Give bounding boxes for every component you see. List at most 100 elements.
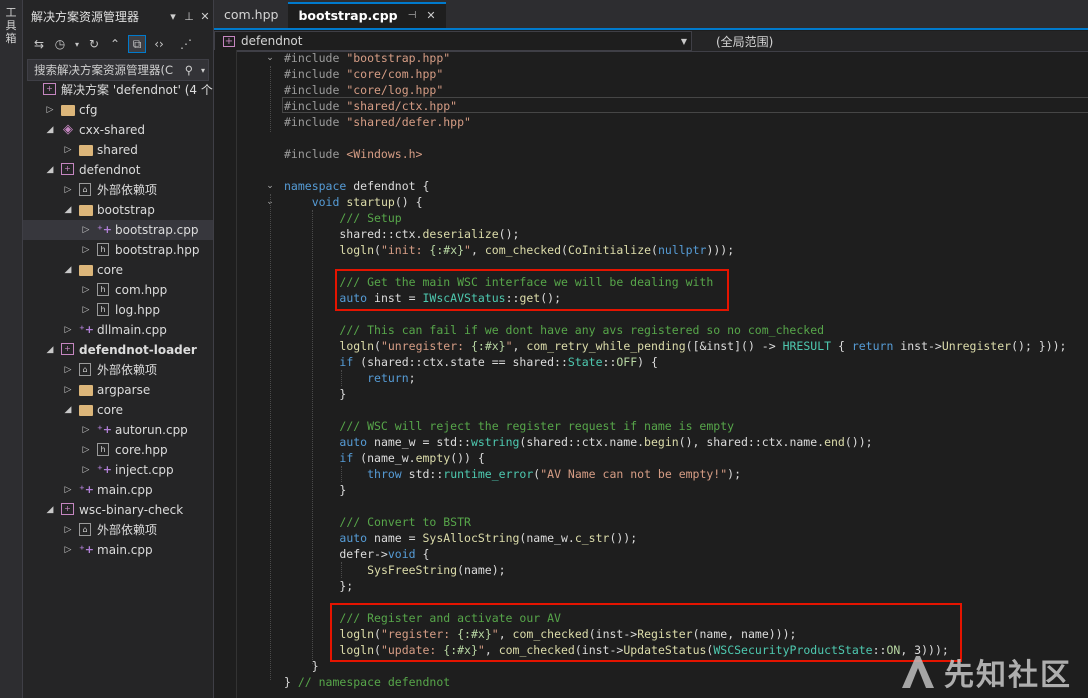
expand-arrow-icon[interactable]: ▷ [81,420,91,440]
tree-item[interactable]: ▷ ⌂ 外部依赖项 [23,180,213,200]
expand-arrow-icon[interactable]: ▷ [81,240,91,260]
tree-item[interactable]: ◢ bootstrap [23,200,213,220]
tree-item[interactable]: ▷ ⁺+ autorun.cpp [23,420,213,440]
expand-arrow-icon[interactable]: ▷ [81,440,91,460]
tree-item[interactable]: ◢ + defendnot [23,160,213,180]
tree-item[interactable]: ◢ + defendnot-loader [23,340,213,360]
expand-arrow-icon[interactable]: ▷ [63,360,73,380]
tree-item[interactable]: ◢ ◈ cxx-shared [23,120,213,140]
pin-icon[interactable]: ⊥ [181,10,197,23]
window-options-icon[interactable]: ▾ [165,10,181,23]
tab-bootstrap-cpp[interactable]: bootstrap.cpp ⊣ ✕ [288,2,446,29]
tree-item[interactable]: ▷ ⁺+ main.cpp [23,480,213,500]
tree-item[interactable]: ▷ ⁺+ dllmain.cpp [23,320,213,340]
tree-item-label: defendnot [79,163,141,177]
tree-item-label: bootstrap.hpp [115,243,200,257]
tree-item[interactable]: ▷ h log.hpp [23,300,213,320]
header-file-icon: h [97,243,109,256]
tree-item[interactable]: ▷ ⌂ 外部依赖项 [23,520,213,540]
code-line: if (shared::ctx.state == shared::State::… [339,355,658,369]
tree-item-label: cxx-shared [79,123,146,137]
collapse-arrow-icon[interactable]: ◢ [45,500,55,520]
expand-arrow-icon[interactable]: ▷ [63,520,73,540]
expand-arrow-icon[interactable]: ▷ [63,320,73,340]
expand-arrow-icon[interactable]: ▷ [81,220,91,240]
collapse-arrow-icon[interactable]: ◢ [63,260,73,280]
code-line: return; [367,371,416,385]
tree-item[interactable]: ▷ h bootstrap.hpp [23,240,213,260]
folder-icon [79,405,93,416]
switch-views-icon[interactable]: ⇆ [31,37,47,51]
tree-item-label: main.cpp [97,483,153,497]
search-icon[interactable]: ⚲ [180,63,198,77]
toolbox-strip[interactable]: 工具箱 [0,0,23,698]
expand-arrow-icon[interactable]: ▷ [45,100,55,120]
collapse-arrow-icon[interactable]: ◢ [45,340,55,360]
project-dropdown-value: defendnot [241,34,303,48]
tree-item[interactable]: ▷ argparse [23,380,213,400]
code-line: defer->void { [284,547,430,561]
expand-arrow-icon[interactable]: ▷ [81,280,91,300]
solution-explorer-title: 解决方案资源管理器 [31,9,140,24]
watermark: 先知社区 [898,650,1072,694]
tree-item[interactable]: ▷ h com.hpp [23,280,213,300]
refresh-icon[interactable]: ↻ [86,37,102,51]
expand-arrow-icon[interactable]: ▷ [63,480,73,500]
tree-item-label: 外部依赖项 [97,523,158,537]
tab-com-hpp[interactable]: com.hpp [214,2,288,28]
tree-item-label: inject.cpp [115,463,174,477]
expand-arrow-icon[interactable]: ▷ [63,180,73,200]
code-view-icon[interactable]: ‹› [151,37,167,51]
code-area[interactable]: ⌄ ⌄ ⌄ #include "bootstrap.hpp" #include … [214,50,1088,698]
tree-item-label: com.hpp [115,283,168,297]
expand-arrow-icon[interactable]: ▷ [63,140,73,160]
project-dropdown[interactable]: + defendnot ▼ [214,31,692,51]
tab-pin-icon[interactable]: ⊣ [408,3,417,29]
collapse-arrow-icon[interactable]: ◢ [45,160,55,180]
code-line: /// WSC will reject the register request… [339,419,735,433]
search-options-icon[interactable]: ▾ [198,66,208,75]
dropdown-icon[interactable]: ▾ [73,40,81,49]
code-line: #include "bootstrap.hpp" [284,51,451,65]
tree-item[interactable]: ▷ ⌂ 外部依赖项 [23,360,213,380]
show-all-files-icon[interactable]: ⧉ [128,35,146,53]
tree-item[interactable]: + 解决方案 'defendnot' (4 个 [23,80,213,100]
project-icon: + [61,163,74,175]
code-line: void startup() { [311,195,423,209]
tree-item[interactable]: ▷ ⁺+ inject.cpp [23,460,213,480]
tree-item[interactable]: ▷ cfg [23,100,213,120]
expand-arrow-icon[interactable]: ▷ [81,300,91,320]
expand-arrow-icon[interactable]: ▷ [81,460,91,480]
code-line: namespace defendnot { [284,179,430,193]
tree-item[interactable]: ◢ core [23,260,213,280]
folder-icon [79,385,93,396]
scope-dropdown[interactable]: (全局范围) [692,32,1088,50]
collapse-arrow-icon[interactable]: ◢ [63,400,73,420]
toolbox-label[interactable]: 工具箱 [4,6,18,45]
close-icon[interactable]: ✕ [197,10,213,23]
fold-toggle-icon[interactable]: ⌄ [264,178,276,194]
tree-item[interactable]: ▷ h core.hpp [23,440,213,460]
tree-item[interactable]: ◢ + wsc-binary-check [23,500,213,520]
code-line: throw std::runtime_error("AV Name can no… [367,467,742,481]
collapse-arrow-icon[interactable]: ◢ [63,200,73,220]
tree-item[interactable]: ◢ core [23,400,213,420]
tree-item[interactable]: ▷ shared [23,140,213,160]
more-icon[interactable]: ⋰ [178,37,194,51]
history-icon[interactable]: ◷ [52,37,68,51]
expand-arrow-icon[interactable]: ▷ [63,380,73,400]
expand-arrow-icon[interactable]: ▷ [63,540,73,560]
tree-item[interactable]: ▷ ⁺+ main.cpp [23,540,213,560]
tree-item[interactable]: ▷ ⁺+ bootstrap.cpp [23,220,213,240]
cpp-file-icon: ⁺+ [79,543,95,556]
header-file-icon: h [97,303,109,316]
tree-item-label: 外部依赖项 [97,363,158,377]
fold-toggle-icon[interactable]: ⌄ [264,50,276,66]
collapse-all-icon[interactable]: ⌃ [107,37,123,51]
collapse-arrow-icon[interactable]: ◢ [45,120,55,140]
tree-item-label: bootstrap.cpp [115,223,199,237]
code-line: logln("init: {:#x}", com_checked(CoIniti… [339,243,735,257]
tab-close-icon[interactable]: ✕ [426,3,435,29]
solution-search-input[interactable]: 搜索解决方案资源管理器(C ⚲ ▾ [27,59,209,81]
solution-search-placeholder: 搜索解决方案资源管理器(C [34,63,174,77]
